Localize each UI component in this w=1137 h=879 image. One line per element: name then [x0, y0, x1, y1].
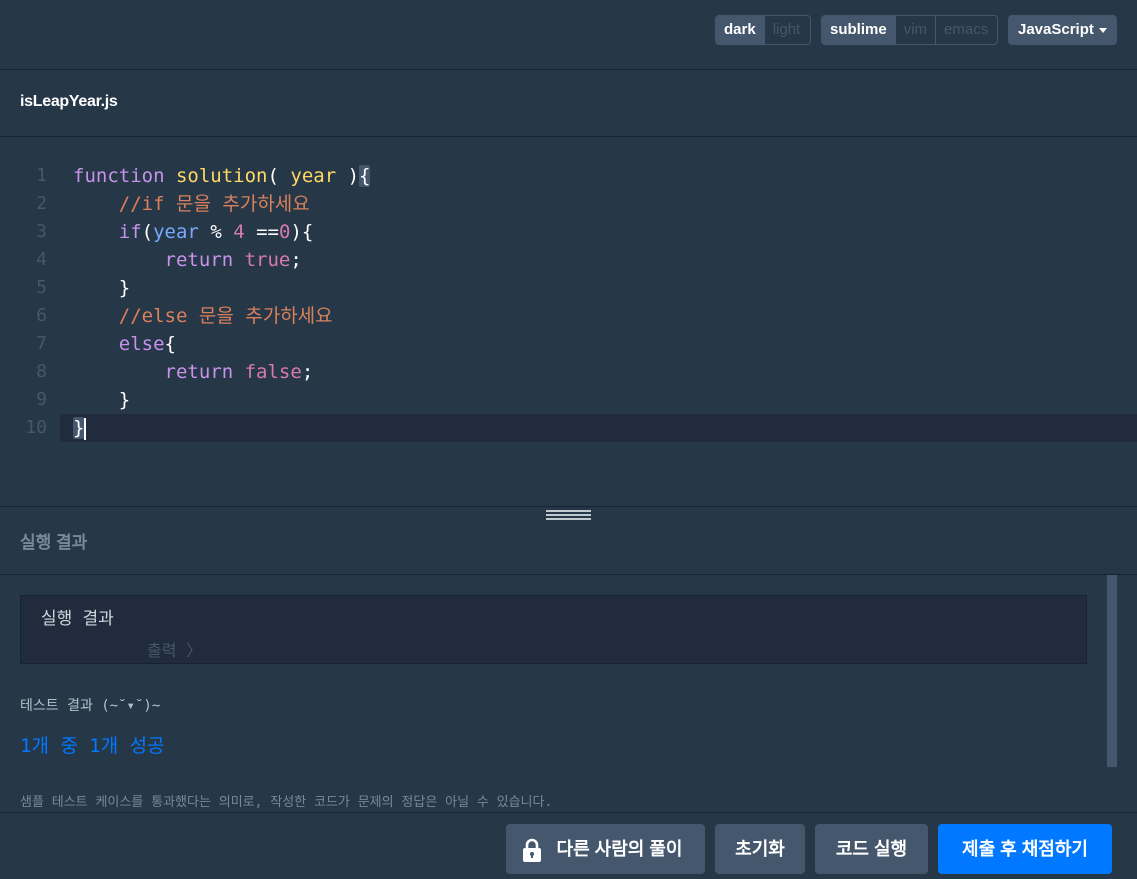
- keymap-option-emacs[interactable]: emacs: [935, 16, 996, 44]
- line-number: 2: [36, 193, 47, 214]
- language-dropdown[interactable]: JavaScript: [1008, 15, 1117, 45]
- keymap-option-sublime[interactable]: sublime: [822, 16, 895, 44]
- code-line[interactable]: 3 if(year % 4 ==0){: [0, 218, 1137, 246]
- test-result-title: 테스트 결과 (~˘▾˘)~: [20, 698, 161, 714]
- run-code-label: 코드 실행: [835, 839, 908, 859]
- line-number: 3: [36, 221, 47, 242]
- output-label: 출력 〉: [147, 641, 203, 660]
- result-panel: 실행 결과 출력 〉 테스트 결과 (~˘▾˘)~ 1개 중 1개 성공 샘플 …: [0, 575, 1137, 812]
- line-number: 8: [36, 361, 47, 382]
- keymap-toggle: sublime vim emacs: [821, 15, 998, 45]
- line-number: 5: [36, 277, 47, 298]
- code-text: function solution( year ){: [73, 165, 371, 187]
- code-text: }: [73, 389, 131, 411]
- result-header: 실행 결과: [0, 507, 1137, 575]
- code-editor[interactable]: 1 function solution( year ){ 2 //if 문을 추…: [0, 137, 1137, 506]
- theme-option-light[interactable]: light: [763, 16, 809, 44]
- result-scrollbar[interactable]: [1107, 575, 1117, 767]
- code-text: return false;: [164, 361, 314, 383]
- other-solutions-button[interactable]: 다른 사람의 풀이: [506, 824, 705, 874]
- code-line-active[interactable]: 10 }: [25, 414, 1137, 442]
- test-pass-count: 1개 중 1개 성공: [20, 735, 165, 757]
- file-name: isLeapYear.js: [20, 93, 118, 110]
- line-number: 9: [36, 389, 47, 410]
- submit-label: 제출 후 채점하기: [962, 839, 1088, 859]
- code-line[interactable]: 5 }: [0, 274, 1137, 302]
- line-number: 7: [36, 333, 47, 354]
- code-line[interactable]: 6 //else 문을 추가하세요: [0, 302, 1137, 330]
- other-solutions-label: 다른 사람의 풀이: [556, 839, 683, 859]
- code-text: else{: [118, 333, 176, 355]
- code-text: return true;: [164, 249, 302, 271]
- text-cursor: [84, 417, 87, 440]
- sample-test-note: 샘플 테스트 케이스를 통과했다는 의미로, 작성한 코드가 문제의 정답은 아…: [20, 795, 553, 810]
- run-result-title: 실행 결과: [41, 609, 114, 629]
- code-line[interactable]: 7 else{: [0, 330, 1137, 358]
- reset-button[interactable]: 초기화: [715, 824, 805, 874]
- code-line[interactable]: 8 return false;: [0, 358, 1137, 386]
- line-number: 6: [36, 305, 47, 326]
- code-line[interactable]: 1 function solution( year ){: [0, 162, 1137, 190]
- result-title: 실행 결과: [20, 533, 88, 552]
- code-text: }: [73, 417, 87, 440]
- run-result-box: 실행 결과 출력 〉: [20, 595, 1087, 664]
- language-label: JavaScript: [1018, 21, 1094, 38]
- code-text: if(year % 4 ==0){: [118, 221, 314, 243]
- file-tab-bar: isLeapYear.js: [0, 70, 1137, 137]
- code-line[interactable]: 9 }: [0, 386, 1137, 414]
- code-text: //if 문을 추가하세요: [118, 193, 310, 215]
- code-line[interactable]: 2 //if 문을 추가하세요: [0, 190, 1137, 218]
- caret-down-icon: [1099, 28, 1107, 33]
- line-number: 1: [36, 165, 47, 186]
- code-text: //else 문을 추가하세요: [118, 305, 333, 327]
- theme-toggle: dark light: [715, 15, 811, 45]
- submit-button[interactable]: 제출 후 채점하기: [938, 824, 1112, 874]
- code-text: }: [73, 277, 131, 299]
- keymap-option-vim[interactable]: vim: [894, 16, 935, 44]
- action-bar: 다른 사람의 풀이 초기화 코드 실행 제출 후 채점하기: [0, 812, 1137, 879]
- line-number: 4: [36, 249, 47, 270]
- theme-option-dark[interactable]: dark: [716, 16, 764, 44]
- lock-icon: [523, 838, 541, 862]
- code-line[interactable]: 4 return true;: [0, 246, 1137, 274]
- editor-toolbar: dark light sublime vim emacs JavaScript: [0, 0, 1137, 70]
- line-number: 10: [25, 417, 47, 438]
- reset-label: 초기화: [735, 839, 785, 859]
- run-code-button[interactable]: 코드 실행: [815, 824, 928, 874]
